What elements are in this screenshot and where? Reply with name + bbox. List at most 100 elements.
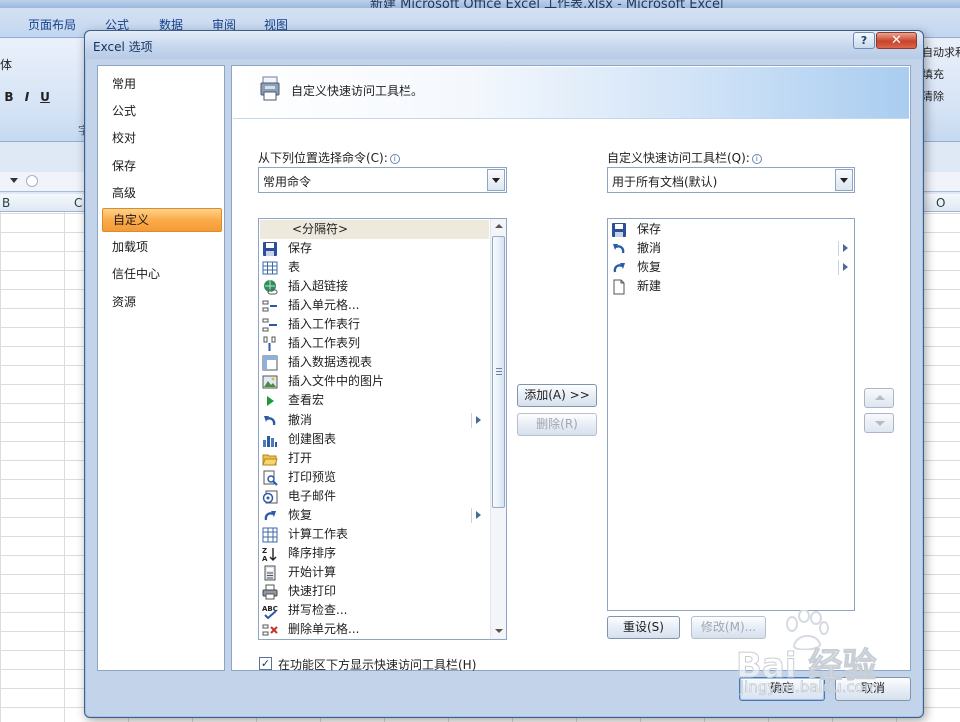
nav-item-4[interactable]: 高级 <box>102 181 222 205</box>
command-list-item[interactable]: 保存 <box>260 239 489 258</box>
command-list-item[interactable]: 恢复 <box>260 506 489 525</box>
clear-button[interactable]: 清除 <box>922 88 944 104</box>
nav-item-5[interactable]: 自定义 <box>102 208 222 232</box>
command-list-item[interactable]: 表 <box>260 258 489 277</box>
redo-icon <box>613 263 625 273</box>
font-name-box[interactable]: 体 <box>0 56 12 73</box>
nav-item-3[interactable]: 保存 <box>102 154 222 178</box>
command-label: 插入超链接 <box>288 279 349 294</box>
command-list-item[interactable]: 计算工作表 <box>260 525 489 544</box>
command-list-item[interactable]: 开始计算 <box>260 563 489 582</box>
print-preview-icon <box>263 470 278 486</box>
toolbar-list-item[interactable]: 保存 <box>609 220 853 239</box>
command-list-item[interactable]: 快速打印 <box>260 582 489 601</box>
commands-scrollbar[interactable] <box>490 219 506 639</box>
nav-item-1[interactable]: 公式 <box>102 99 222 123</box>
command-list-item[interactable]: 插入文件中的图片 <box>260 372 489 391</box>
command-list-item[interactable]: 插入工作表列 <box>260 334 489 353</box>
command-list-item[interactable]: <分隔符> <box>260 220 489 239</box>
reset-button[interactable]: 重设(S) <box>607 616 680 639</box>
customize-scope-dropdown[interactable]: 用于所有文档(默认) <box>607 167 855 193</box>
command-label: 撤消 <box>288 412 313 427</box>
command-label: 插入数据透视表 <box>288 355 373 370</box>
excel-options-dialog: Excel 选项 ? ✕ 常用 公式 校对 保存 高级 自定义 加载项 信任中心 资源 自定义快… <box>84 30 924 718</box>
command-list-item[interactable]: 打印预览 <box>260 468 489 487</box>
move-down-button[interactable] <box>864 413 894 433</box>
column-header-o[interactable]: O <box>936 196 945 210</box>
toolbar-list-item[interactable]: 恢复 <box>609 258 853 277</box>
command-list-item[interactable]: 插入单元格... <box>260 296 489 315</box>
svg-text:A: A <box>262 555 268 562</box>
nav-item-6[interactable]: 加载项 <box>102 235 222 259</box>
command-list-item[interactable]: 电子邮件 <box>260 487 489 506</box>
nav-item-0[interactable]: 常用 <box>102 72 222 96</box>
command-label: 删除单元格... <box>288 622 360 637</box>
autosum-button[interactable]: 自动求和 <box>922 44 960 60</box>
remove-button[interactable]: 删除(R) <box>517 413 597 436</box>
fill-button[interactable]: 填充 <box>922 66 944 82</box>
customize-panel: 自定义快速访问工具栏。 从下列位置选择命令(C): i 常用命令 自定义快速访问工… <box>231 65 911 672</box>
nav-item-2[interactable]: 校对 <box>102 126 222 150</box>
name-box-dropdown-icon[interactable] <box>10 178 18 183</box>
scroll-up-icon[interactable] <box>491 219 506 235</box>
nav-item-7[interactable]: 信任中心 <box>102 262 222 286</box>
command-list-item[interactable]: 撤消 <box>260 411 489 430</box>
chevron-down-icon[interactable] <box>835 169 853 191</box>
delete-cells-icon <box>262 624 278 636</box>
add-button[interactable]: 添加(A) >> <box>517 384 597 407</box>
show-below-ribbon-checkbox[interactable]: ✓ <box>259 657 272 670</box>
modify-button[interactable]: 修改(M)... <box>691 616 766 639</box>
move-up-button[interactable] <box>864 388 894 408</box>
options-nav: 常用公式校对保存高级自定义加载项信任中心资源 <box>97 65 225 671</box>
scrollbar-thumb[interactable] <box>492 236 505 508</box>
command-list-item[interactable]: 查看宏 <box>260 391 489 410</box>
column-header-c[interactable]: C <box>74 196 82 210</box>
command-label: 创建图表 <box>288 431 337 446</box>
command-label: 恢复 <box>288 507 313 522</box>
tab-page-layout[interactable]: 页面布局 <box>28 16 76 33</box>
close-button[interactable]: ✕ <box>876 32 917 49</box>
insert-row-icon <box>262 318 277 332</box>
table-icon <box>262 261 278 275</box>
column-header-b[interactable]: B <box>2 196 10 210</box>
underline-button[interactable]: U <box>36 90 54 104</box>
choose-commands-dropdown[interactable]: 常用命令 <box>258 167 507 193</box>
scroll-down-icon[interactable] <box>491 623 506 639</box>
cancel-button[interactable]: 取消 <box>835 677 911 701</box>
chevron-right-icon[interactable] <box>476 415 481 424</box>
command-label: 快速打印 <box>288 583 337 598</box>
toolbar-list-item[interactable]: 新建 <box>609 277 853 296</box>
toolbar-item-label: 恢复 <box>637 260 662 275</box>
submenu-divider <box>838 241 839 257</box>
command-list-item[interactable]: 插入超链接 <box>260 277 489 296</box>
help-button[interactable]: ? <box>853 32 875 49</box>
command-list-item[interactable]: ABC 拼写检查... <box>260 601 489 620</box>
dialog-title-bar[interactable]: Excel 选项 ? ✕ <box>85 31 923 59</box>
command-list-item[interactable]: 插入数据透视表 <box>260 353 489 372</box>
dialog-title: Excel 选项 <box>93 40 153 54</box>
chevron-right-icon[interactable] <box>843 244 848 253</box>
chevron-down-icon[interactable] <box>487 169 505 191</box>
toolbar-list-item[interactable]: 撤消 <box>609 239 853 258</box>
submenu-divider <box>471 507 472 523</box>
command-list-item[interactable]: 插入工作表行 <box>260 315 489 334</box>
chevron-right-icon[interactable] <box>476 510 481 519</box>
nav-item-8[interactable]: 资源 <box>102 290 222 314</box>
command-list-item[interactable]: 创建图表 <box>260 430 489 449</box>
command-list-item[interactable]: 删除单元格... <box>260 620 489 639</box>
svg-text:Z: Z <box>262 547 267 555</box>
quick-access-toolbar-icon <box>260 76 280 101</box>
toolbar-items-list[interactable]: 保存撤消恢复新建 <box>607 218 855 611</box>
save-icon <box>263 242 277 257</box>
command-list-item[interactable]: Z A 降序排序 <box>260 544 489 563</box>
bold-button[interactable]: B <box>0 90 18 104</box>
command-list-item[interactable]: 打开 <box>260 449 489 468</box>
toolbar-item-label: 撤消 <box>637 241 662 256</box>
redo-icon <box>264 510 276 520</box>
available-commands-list[interactable]: <分隔符> 保存表插入超链接插入单元格... 插入工作表行 插入工作表列插入数据透视表… <box>258 218 507 640</box>
new-document-icon <box>613 279 625 295</box>
command-label: 插入单元格... <box>288 298 360 313</box>
italic-button[interactable]: I <box>18 90 36 104</box>
chevron-right-icon[interactable] <box>843 263 848 272</box>
ok-button[interactable]: 确定 <box>739 677 825 701</box>
